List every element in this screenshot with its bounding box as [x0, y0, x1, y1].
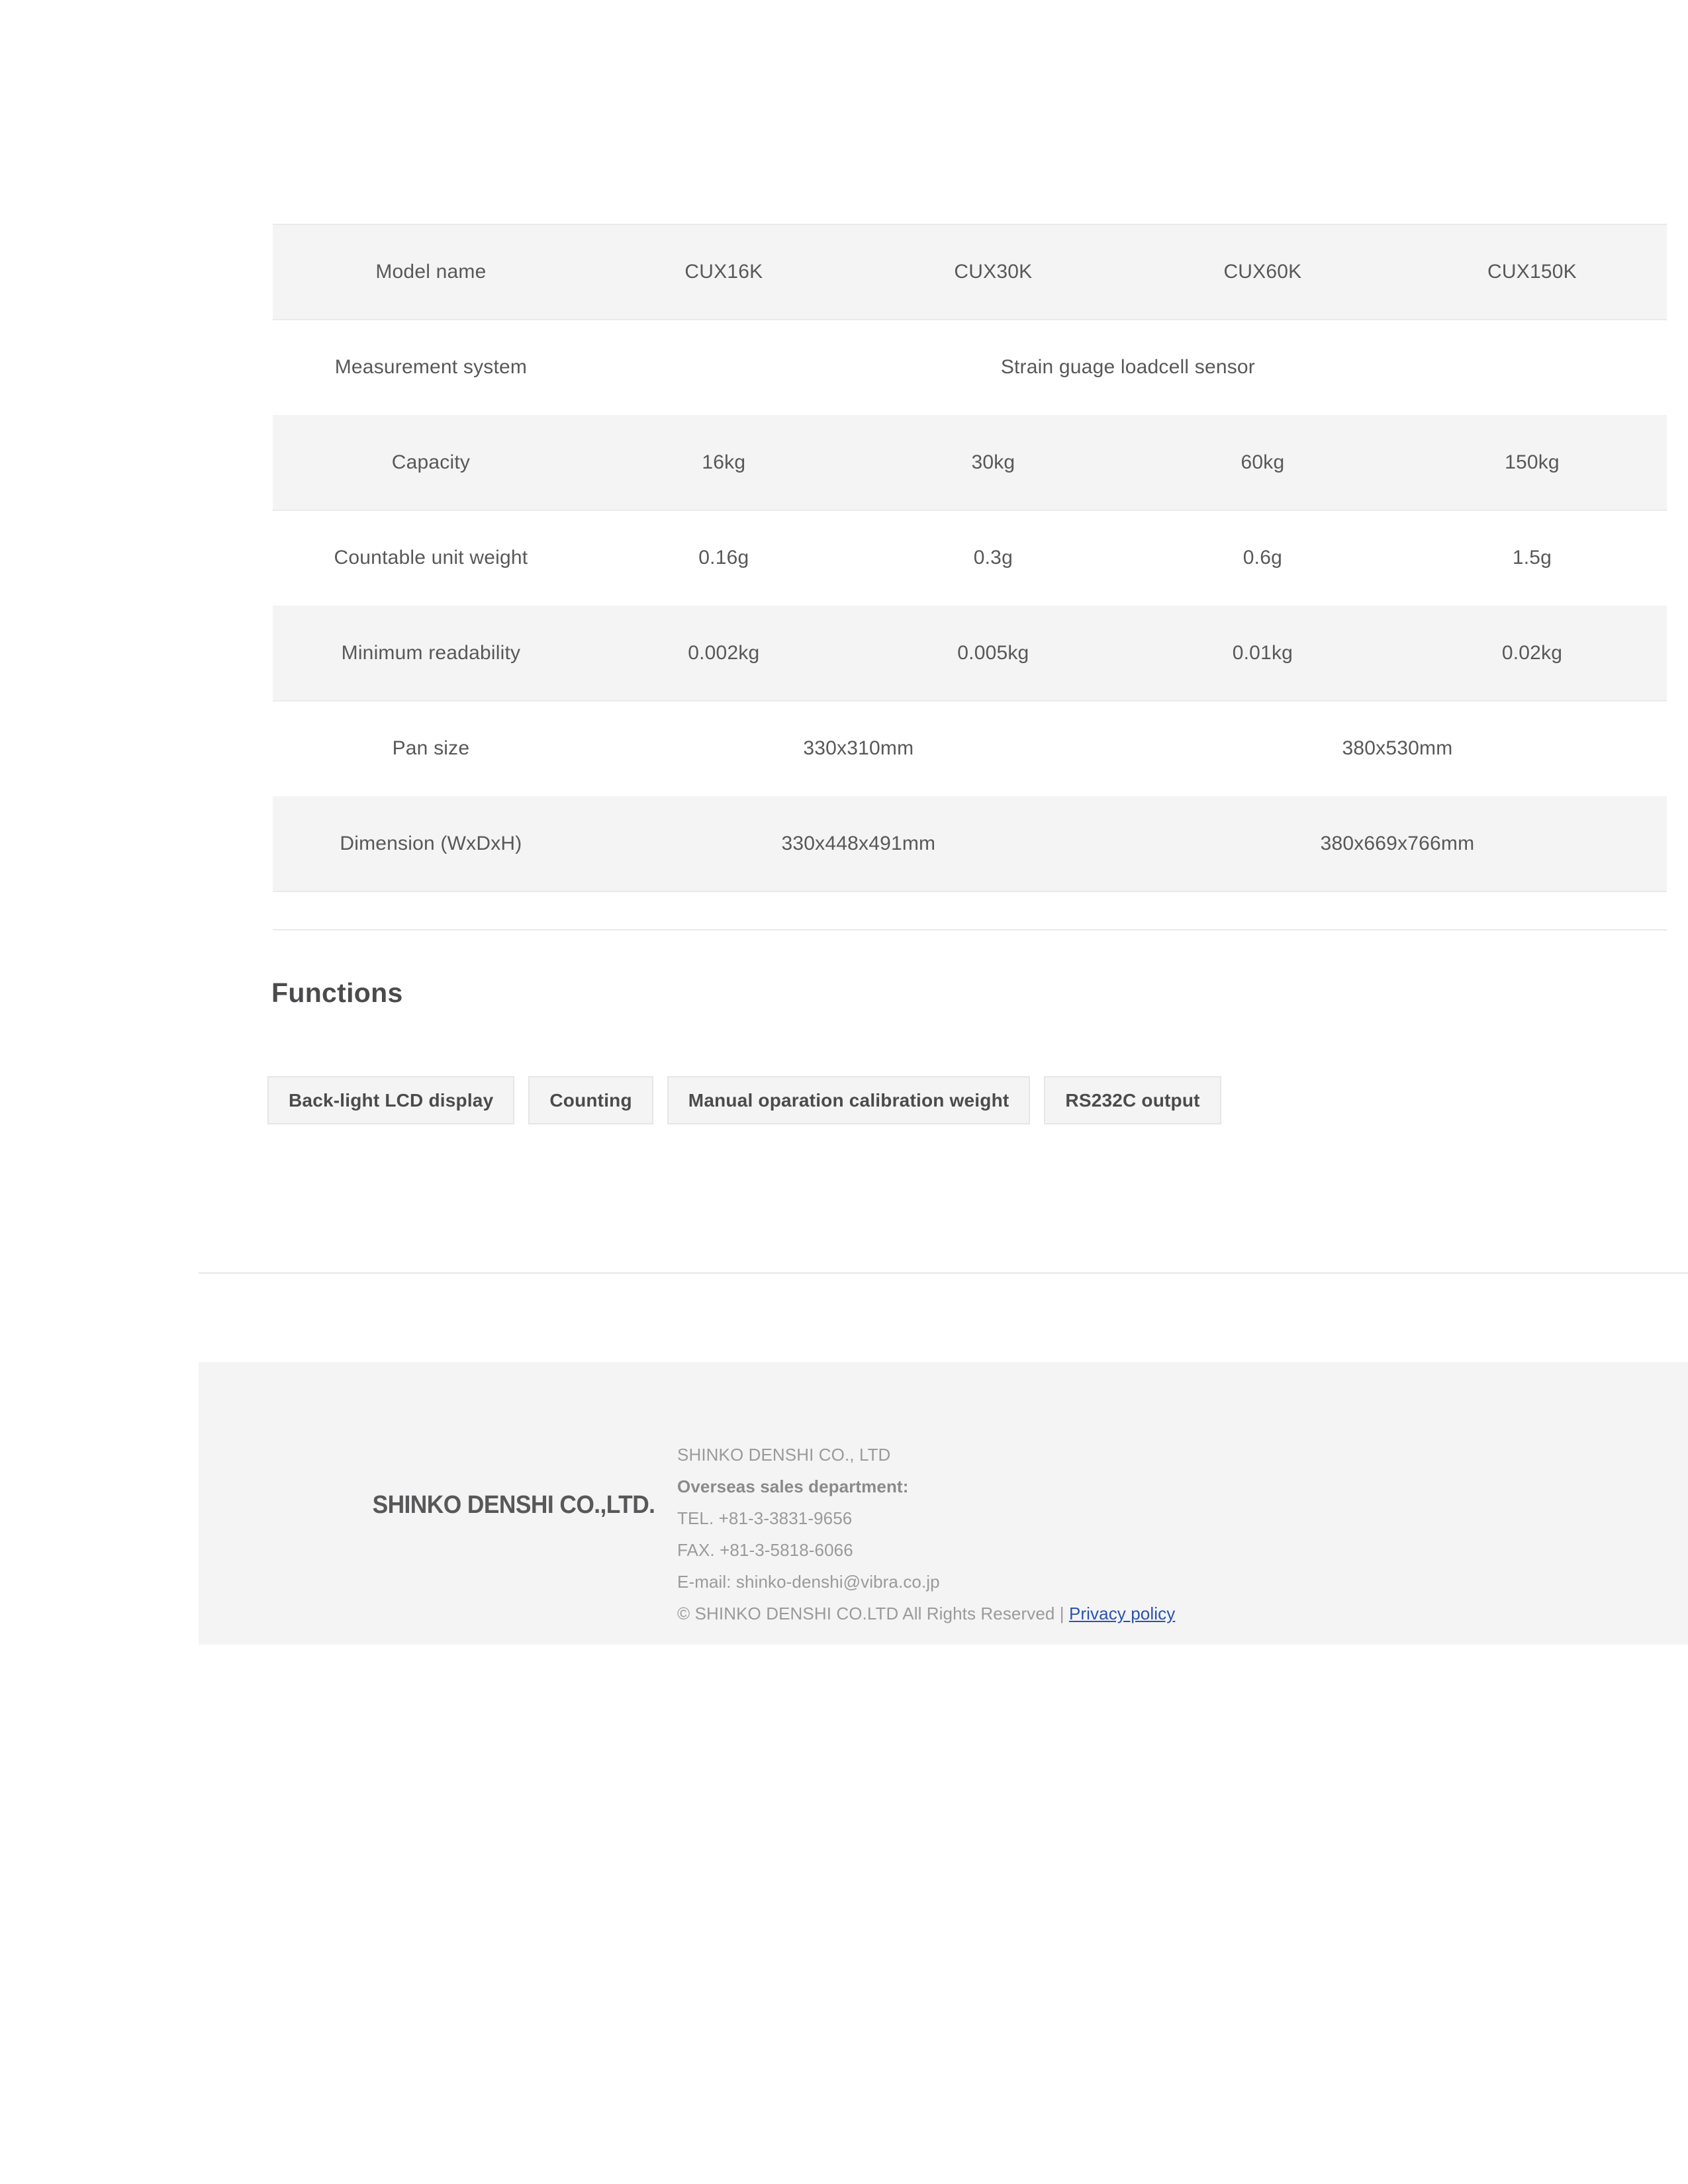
row-label: Model name — [273, 224, 589, 320]
table-cell: CUX16K — [588, 224, 859, 320]
table-cell: 330x448x491mm — [588, 796, 1128, 892]
table-cell: 0.002kg — [588, 605, 859, 702]
table-cell: 0.16g — [588, 510, 859, 606]
row-label: Measurement system — [273, 320, 589, 415]
footer-fax: FAX. +81-3-5818-6066 — [677, 1540, 853, 1560]
table-cell: 330x310mm — [588, 701, 1128, 796]
table-cell: 16kg — [588, 414, 859, 511]
table-cell: 0.02kg — [1397, 605, 1667, 702]
table-cell: 30kg — [858, 414, 1128, 511]
privacy-policy-link[interactable]: Privacy policy — [1069, 1604, 1175, 1623]
footer-telephone: TEL. +81-3-3831-9656 — [677, 1508, 853, 1528]
table-cell: CUX60K — [1127, 224, 1397, 320]
table-cell: Strain guage loadcell sensor — [588, 320, 1667, 415]
function-chip-manual-calibration[interactable]: Manual oparation calibration weight — [667, 1076, 1031, 1124]
table-bottom-divider — [273, 929, 1667, 931]
row-label: Capacity — [273, 414, 589, 511]
specification-table-body: Model name CUX16K CUX30K CUX60K CUX150K … — [273, 224, 1667, 892]
footer-contact-block: SHINKO DENSHI CO., LTD Overseas sales de… — [677, 1439, 1175, 1629]
table-row: Minimum readability 0.002kg 0.005kg 0.01… — [273, 605, 1667, 702]
table-cell: 0.01kg — [1127, 605, 1397, 702]
table-cell: CUX150K — [1397, 224, 1667, 320]
function-chip-backlight-lcd[interactable]: Back-light LCD display — [267, 1076, 515, 1124]
functions-heading: Functions — [271, 978, 403, 1008]
table-row: Pan size 330x310mm 380x530mm — [273, 701, 1667, 796]
table-row: Model name CUX16K CUX30K CUX60K CUX150K — [273, 224, 1667, 320]
footer-copyright-text: © SHINKO DENSHI CO.LTD All Rights Reserv… — [677, 1604, 1064, 1623]
row-label: Dimension (WxDxH) — [273, 796, 589, 892]
footer-copyright-line: © SHINKO DENSHI CO.LTD All Rights Reserv… — [677, 1598, 1175, 1629]
section-divider — [199, 1272, 1688, 1274]
row-label: Countable unit weight — [273, 510, 589, 606]
table-row: Countable unit weight 0.16g 0.3g 0.6g 1.… — [273, 510, 1667, 606]
table-cell: 1.5g — [1397, 510, 1667, 606]
specification-table: Model name CUX16K CUX30K CUX60K CUX150K … — [273, 224, 1667, 892]
table-cell: 380x669x766mm — [1127, 796, 1667, 892]
row-label: Minimum readability — [273, 605, 589, 702]
table-row: Capacity 16kg 30kg 60kg 150kg — [273, 414, 1667, 511]
function-chip-rs232c-output[interactable]: RS232C output — [1044, 1076, 1221, 1124]
table-cell: 0.3g — [858, 510, 1128, 606]
row-label: Pan size — [273, 701, 589, 796]
table-cell: CUX30K — [858, 224, 1128, 320]
table-cell: 150kg — [1397, 414, 1667, 511]
table-cell: 380x530mm — [1127, 701, 1667, 796]
site-footer: SHINKO DENSHI CO.,LTD. SHINKO DENSHI CO.… — [199, 1362, 1688, 1645]
table-cell: 60kg — [1127, 414, 1397, 511]
product-spec-page: Model name CUX16K CUX30K CUX60K CUX150K … — [0, 0, 1688, 2184]
table-row: Measurement system Strain guage loadcell… — [273, 320, 1667, 415]
table-cell: 0.6g — [1127, 510, 1397, 606]
footer-company-name: SHINKO DENSHI CO., LTD — [677, 1445, 891, 1465]
functions-chip-list: Back-light LCD display Counting Manual o… — [267, 1076, 1221, 1124]
table-row: Dimension (WxDxH) 330x448x491mm 380x669x… — [273, 796, 1667, 892]
footer-email[interactable]: E-mail: shinko-denshi@vibra.co.jp — [677, 1566, 1175, 1598]
function-chip-counting[interactable]: Counting — [528, 1076, 653, 1124]
table-cell: 0.005kg — [858, 605, 1128, 702]
footer-department: Overseas sales department: — [677, 1477, 909, 1496]
